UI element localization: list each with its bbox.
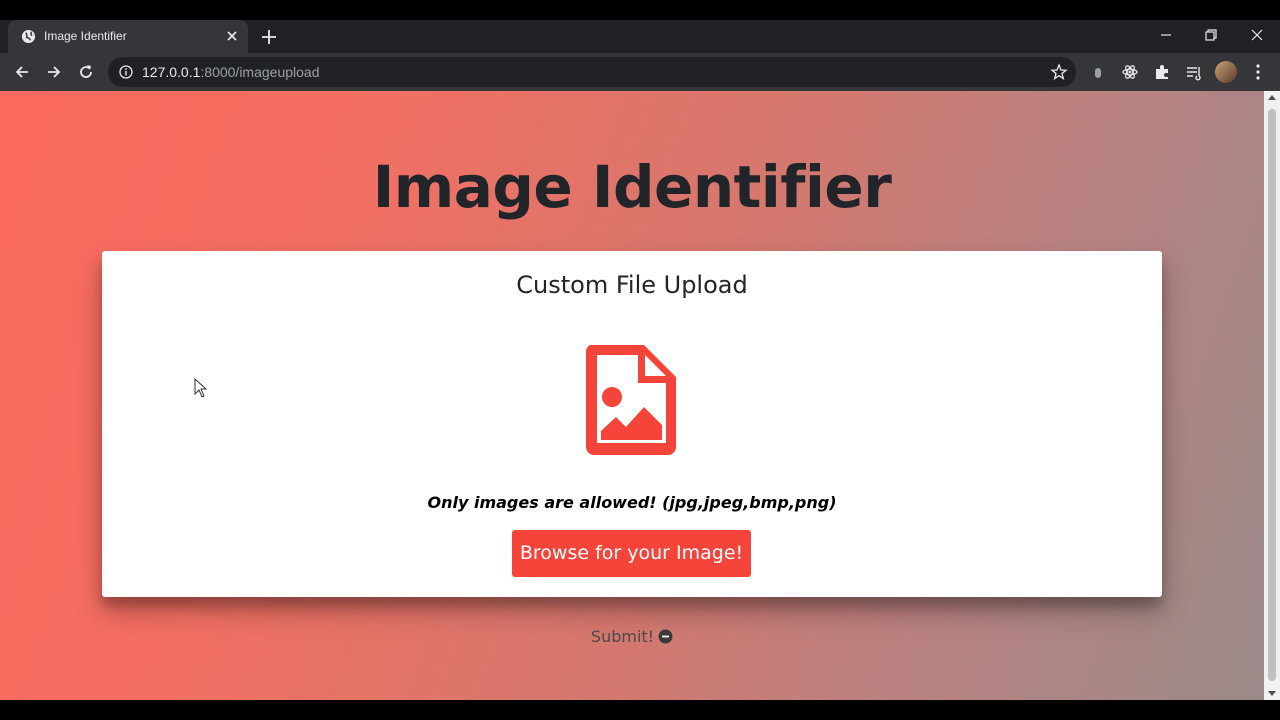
url-text: 127.0.0.1:8000/imageupload [142, 64, 320, 80]
close-icon[interactable] [224, 28, 240, 44]
minimize-icon[interactable] [1159, 28, 1173, 42]
card-title: Custom File Upload [516, 271, 748, 299]
screen-bottom-border [0, 700, 1280, 720]
page-title: Image Identifier [372, 153, 892, 221]
tab-title: Image Identifier [44, 29, 127, 43]
restore-icon[interactable] [1204, 28, 1218, 42]
avatar[interactable] [1215, 61, 1237, 83]
extension-icon[interactable] [1089, 63, 1107, 81]
scroll-up-arrow-icon[interactable] [1268, 95, 1276, 100]
menu-icon[interactable] [1250, 63, 1266, 81]
submit-button[interactable]: Submit! [0, 627, 1264, 646]
url-path: :8000/imageupload [200, 64, 320, 80]
vertical-scrollbar[interactable] [1264, 91, 1280, 700]
browse-button[interactable]: Browse for your Image! [512, 530, 751, 577]
submit-label: Submit! [590, 627, 655, 646]
page-viewport: Image Identifier Custom File Upload Only… [0, 91, 1264, 700]
browser-tab[interactable]: Image Identifier [8, 20, 248, 53]
mouse-cursor [194, 378, 208, 398]
address-bar[interactable]: 127.0.0.1:8000/imageupload [108, 57, 1076, 87]
globe-icon [21, 29, 36, 44]
upload-card: Custom File Upload Only images are allow… [102, 251, 1162, 597]
close-window-icon[interactable] [1250, 28, 1264, 42]
scroll-down-arrow-icon[interactable] [1268, 691, 1276, 696]
back-icon[interactable] [13, 63, 31, 81]
url-host: 127.0.0.1 [142, 64, 201, 80]
scrollbar-thumb[interactable] [1268, 109, 1276, 681]
reading-list-icon[interactable] [1185, 63, 1203, 81]
image-file-icon[interactable] [582, 343, 680, 457]
extensions-icon[interactable] [1153, 63, 1171, 81]
forward-icon[interactable] [45, 63, 63, 81]
plus-icon[interactable] [260, 28, 278, 46]
minus-circle-icon [658, 629, 673, 644]
reload-icon[interactable] [77, 63, 95, 81]
info-icon[interactable] [119, 65, 133, 79]
screen-top-border [0, 0, 1280, 20]
star-icon[interactable] [1050, 63, 1068, 81]
tab-strip: Image Identifier [0, 20, 1280, 53]
react-devtools-icon[interactable] [1121, 63, 1139, 81]
browser-toolbar: 127.0.0.1:8000/imageupload [0, 53, 1280, 91]
allowed-types-note: Only images are allowed! (jpg,jpeg,bmp,p… [427, 493, 837, 512]
